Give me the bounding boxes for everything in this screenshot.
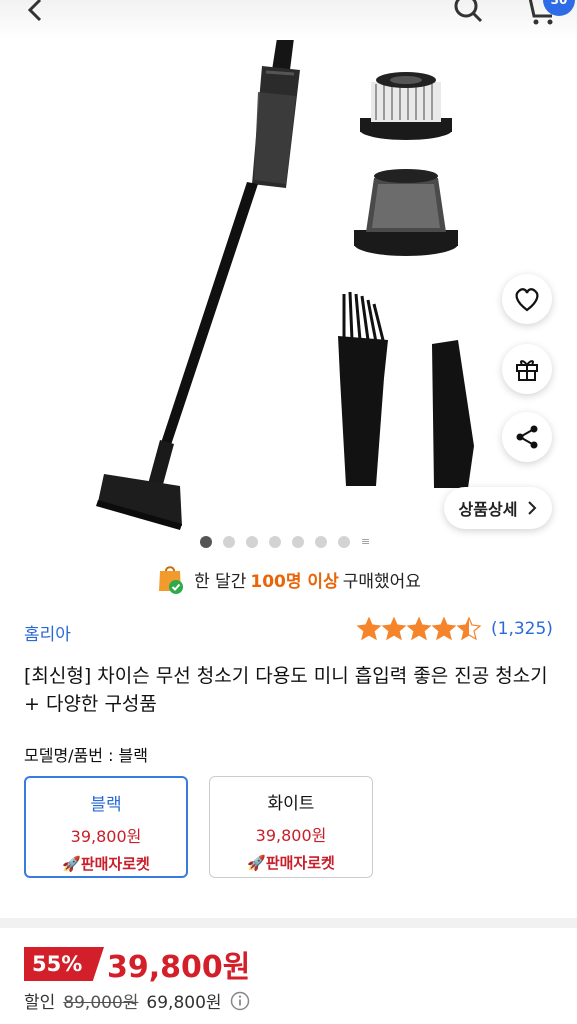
- carousel-dot[interactable]: [315, 536, 327, 548]
- discount-badge: 55%: [24, 947, 104, 981]
- product-detail-button[interactable]: 상품상세: [444, 487, 552, 529]
- option-name: 화이트: [267, 794, 315, 814]
- product-image[interactable]: [0, 0, 577, 530]
- star-rating-icon: [357, 617, 482, 641]
- rocket-badge-label: 판매자로켓: [265, 854, 335, 872]
- carousel-indicator: ≡: [200, 536, 370, 548]
- original-price: 89,000원: [63, 993, 139, 1013]
- carousel-dot[interactable]: [338, 536, 350, 548]
- top-navigation-bar: 30: [0, 0, 577, 40]
- vacuum-illustration: [96, 6, 474, 530]
- sale-price: 39,800원: [107, 950, 251, 985]
- share-icon: [516, 425, 538, 449]
- rocket-icon: 🚀: [62, 855, 81, 873]
- carousel-more-icon: ≡: [361, 535, 371, 548]
- carousel-dot[interactable]: [223, 536, 235, 548]
- chevron-right-icon: [528, 501, 537, 515]
- option-white[interactable]: 화이트 39,800원 🚀판매자로켓: [209, 776, 373, 878]
- heart-icon: [515, 288, 539, 312]
- search-icon[interactable]: [448, 0, 488, 28]
- price-breakdown: 할인 89,000원 69,800원: [24, 988, 250, 1013]
- option-price: 39,800원: [255, 826, 327, 845]
- discount-label: 할인: [24, 993, 56, 1013]
- rocket-badge-label: 판매자로켓: [80, 855, 150, 873]
- seller-link[interactable]: 홈리아: [24, 620, 71, 645]
- rocket-badge: 🚀판매자로켓: [210, 852, 372, 873]
- gift-icon: [516, 360, 538, 381]
- section-divider: [0, 918, 577, 928]
- option-black[interactable]: 블랙 39,800원 🚀판매자로켓: [24, 776, 188, 878]
- option-label: 모델명/품번 : 블랙: [24, 746, 148, 765]
- option-name: 블랙: [90, 795, 122, 815]
- wishlist-button[interactable]: [502, 274, 552, 324]
- purchase-social-proof: 한 달간 100명 이상 구매했어요: [0, 560, 577, 598]
- rocket-badge: 🚀판매자로켓: [26, 853, 186, 874]
- option-price: 39,800원: [70, 827, 142, 846]
- carousel-dot[interactable]: [292, 536, 304, 548]
- rating-summary[interactable]: (1,325): [357, 617, 553, 641]
- carousel-dot[interactable]: [246, 536, 258, 548]
- shopping-bag-check-icon: [159, 566, 184, 594]
- review-count: (1,325): [491, 619, 553, 639]
- social-proof-count: 100명 이상: [250, 571, 339, 592]
- social-proof-suffix: 구매했어요: [342, 571, 421, 592]
- carousel-dot[interactable]: [200, 536, 212, 548]
- carousel-dot[interactable]: [269, 536, 281, 548]
- share-button[interactable]: [502, 412, 552, 462]
- rocket-icon: 🚀: [247, 854, 266, 872]
- social-proof-prefix: 한 달간: [194, 571, 247, 592]
- chevron-left-icon[interactable]: [20, 0, 60, 28]
- coupon-price: 69,800원: [146, 993, 222, 1013]
- product-detail-label: 상품상세: [458, 500, 518, 519]
- info-icon[interactable]: [230, 991, 250, 1011]
- gift-button[interactable]: [502, 344, 552, 394]
- product-title: [최신형] 차이슨 무선 청소기 다용도 미니 흡입력 좋은 진공 청소기 + …: [24, 665, 548, 715]
